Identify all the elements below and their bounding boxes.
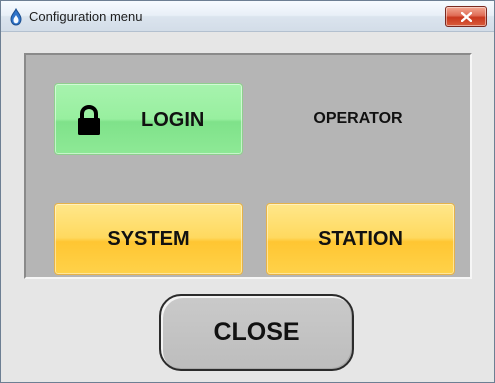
login-button-label: LOGIN xyxy=(141,109,205,131)
window-close-button[interactable] xyxy=(445,6,487,27)
configuration-panel: LOGIN OPERATOR SYSTEM STATION xyxy=(24,53,472,279)
system-button[interactable]: SYSTEM xyxy=(54,203,243,275)
operator-label: OPERATOR xyxy=(313,110,403,127)
login-button[interactable]: LOGIN xyxy=(54,83,243,155)
configuration-menu-window: Configuration menu LOGIN OPERATOR SYSTEM… xyxy=(0,0,495,383)
title-bar[interactable]: Configuration menu xyxy=(1,1,494,32)
close-icon xyxy=(461,12,472,22)
close-button[interactable]: CLOSE xyxy=(159,294,354,371)
flame-icon xyxy=(10,8,22,26)
lock-icon xyxy=(78,104,100,135)
window-title: Configuration menu xyxy=(29,9,143,24)
station-button[interactable]: STATION xyxy=(266,203,455,275)
client-area: LOGIN OPERATOR SYSTEM STATION CLOSE xyxy=(1,32,494,382)
